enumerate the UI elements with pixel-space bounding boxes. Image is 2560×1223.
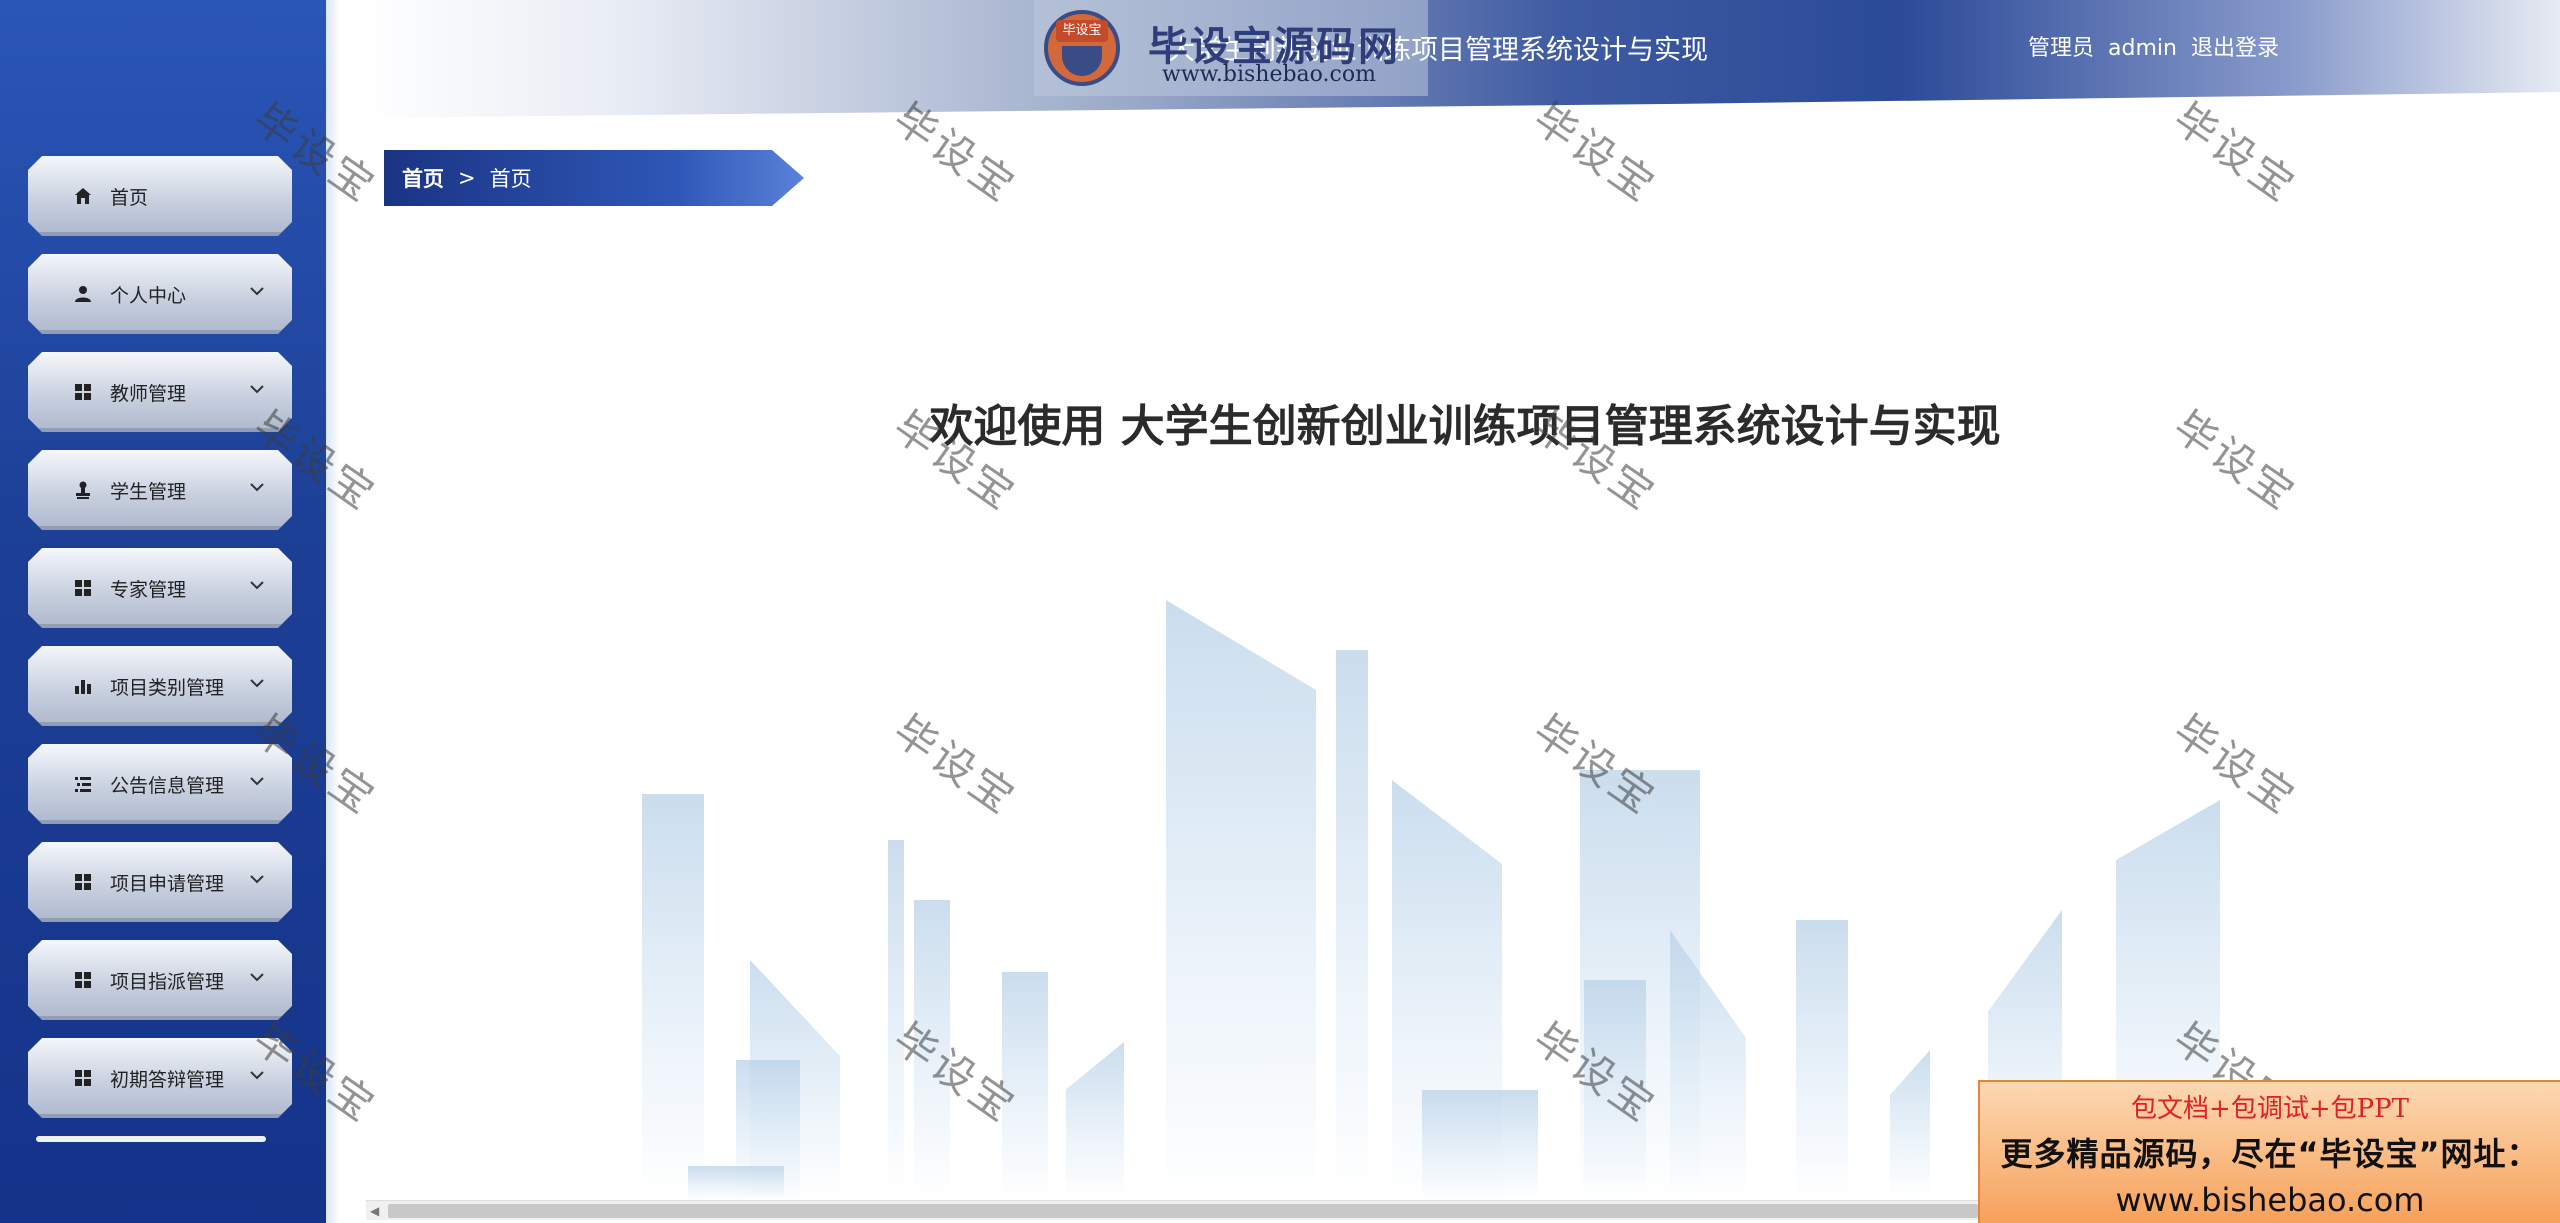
chevron-down-icon (250, 875, 264, 884)
sidebar-item-student-management[interactable]: 学生管理 (28, 450, 292, 530)
grid-icon (72, 871, 94, 893)
chevron-down-icon (250, 581, 264, 590)
logo-badge: 毕设宝 (1056, 20, 1108, 42)
scrollbar-thumb[interactable] (388, 1204, 1978, 1218)
sidebar-item-label: 项目申请管理 (110, 872, 225, 895)
breadcrumb-home-link[interactable]: 首页 (402, 163, 444, 193)
logout-link[interactable]: 退出登录 (2191, 36, 2279, 61)
sidebar-item-teacher-management[interactable]: 教师管理 (28, 352, 292, 432)
user-name: admin (2108, 36, 2177, 61)
horizontal-scrollbar[interactable]: ◀ (366, 1200, 1986, 1220)
stamp-icon (72, 479, 94, 501)
logo-url: www.bishebao.com (1162, 62, 1376, 87)
sidebar-menu: 首页 个人中心 教师管理 学生管理 专家管理 项目类别管理 公告信息管理 项目申… (28, 156, 292, 1142)
list-icon (72, 773, 94, 795)
promo-line-1: 包文档+包调试+包PPT (2131, 1094, 2409, 1124)
sidebar-item-label: 教师管理 (110, 382, 187, 405)
sidebar: 首页 个人中心 教师管理 学生管理 专家管理 项目类别管理 公告信息管理 项目申… (0, 0, 340, 1223)
promo-banner: 包文档+包调试+包PPT 更多精品源码，尽在“毕设宝”网址： www.bishe… (1978, 1080, 2560, 1223)
sidebar-item-label: 项目指派管理 (110, 970, 225, 993)
sidebar-item-notice-management[interactable]: 公告信息管理 (28, 744, 292, 824)
person-icon (72, 283, 94, 305)
breadcrumb-current: 首页 (489, 167, 532, 191)
sidebar-item-label: 专家管理 (110, 578, 187, 601)
chevron-down-icon (250, 287, 264, 296)
watermark: 毕设宝 (2164, 93, 2306, 213)
sidebar-item-label: 公告信息管理 (110, 774, 225, 797)
chevron-down-icon (250, 1071, 264, 1080)
sidebar-item-partial[interactable] (36, 1136, 266, 1142)
sidebar-item-project-category-management[interactable]: 项目类别管理 (28, 646, 292, 726)
sidebar-item-label: 初期答辩管理 (110, 1068, 225, 1091)
promo-url: www.bishebao.com (2115, 1181, 2425, 1219)
chevron-down-icon (250, 483, 264, 492)
sidebar-item-initial-defense-management[interactable]: 初期答辩管理 (28, 1038, 292, 1118)
logo-face (1062, 46, 1102, 76)
sidebar-item-expert-management[interactable]: 专家管理 (28, 548, 292, 628)
breadcrumb: 首页 > 首页 (384, 150, 804, 206)
sidebar-item-label: 项目类别管理 (110, 676, 225, 699)
grid-icon (72, 577, 94, 599)
chevron-down-icon (250, 385, 264, 394)
sidebar-item-project-assignment-management[interactable]: 项目指派管理 (28, 940, 292, 1020)
sidebar-item-project-application-management[interactable]: 项目申请管理 (28, 842, 292, 922)
home-icon (72, 185, 94, 207)
welcome-heading: 欢迎使用 大学生创新创业训练项目管理系统设计与实现 (929, 401, 2001, 452)
scroll-left-icon[interactable]: ◀ (370, 1204, 379, 1218)
grid-icon (72, 969, 94, 991)
grid-icon (72, 381, 94, 403)
chevron-down-icon (250, 777, 264, 786)
grid-icon (72, 1067, 94, 1089)
promo-line-2: 更多精品源码，尽在“毕设宝”网址： (2000, 1135, 2540, 1173)
watermark: 毕设宝 (1524, 93, 1666, 213)
sidebar-item-home[interactable]: 首页 (28, 156, 292, 236)
chevron-down-icon (250, 973, 264, 982)
logo-mascot-icon: 毕设宝 (1044, 10, 1120, 86)
app-root: 首页 个人中心 教师管理 学生管理 专家管理 项目类别管理 公告信息管理 项目申… (0, 0, 2560, 1223)
sidebar-item-label: 学生管理 (110, 480, 187, 503)
user-area: 管理员 admin 退出登录 (2028, 30, 2293, 62)
chevron-down-icon (250, 679, 264, 688)
breadcrumb-separator: > (458, 166, 476, 190)
sidebar-item-label: 个人中心 (110, 284, 187, 307)
bar-chart-icon (72, 675, 94, 697)
sidebar-item-personal-center[interactable]: 个人中心 (28, 254, 292, 334)
sidebar-item-label: 首页 (110, 186, 149, 209)
user-role: 管理员 (2028, 36, 2095, 61)
